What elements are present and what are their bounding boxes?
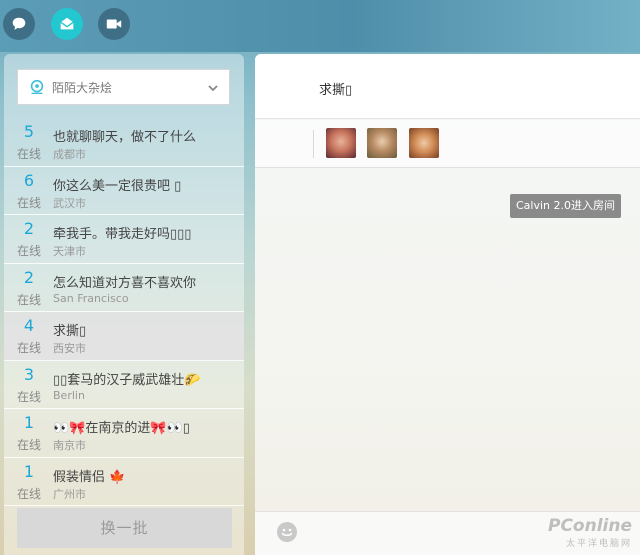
room-list: 5 在线 也就聊聊天，做不了什么 成都市 6 在线 你这么美一定很贵吧 ▯ 武汉…	[4, 118, 244, 506]
room-item[interactable]: 3 在线 ▯▯套马的汉子威武雄壮🌮 Berlin	[4, 361, 244, 409]
online-count: 3	[23, 364, 35, 384]
room-item[interactable]: 2 在线 牵我手。带我走好吗▯▯▯ 天津市	[4, 215, 244, 264]
online-label: 在线	[16, 292, 41, 307]
online-label: 在线	[16, 389, 41, 404]
location-pin-icon	[30, 79, 44, 95]
room-title: 你这么美一定很贵吧 ▯	[53, 178, 182, 194]
room-city: Berlin	[53, 388, 85, 402]
room-title: ▯▯套马的汉子威武雄壮🌮	[53, 372, 201, 388]
emoji-icon[interactable]	[276, 521, 298, 543]
avatar[interactable]	[367, 128, 397, 158]
room-title: 也就聊聊天，做不了什么	[53, 130, 197, 145]
video-camera-icon	[106, 19, 122, 29]
online-count: 5	[23, 122, 35, 141]
chat-bubble-icon	[12, 17, 26, 30]
room-title: 👀🎀在南京的进🎀👀▯	[53, 421, 190, 436]
room-header: 求撕▯	[255, 54, 640, 119]
avatar[interactable]	[326, 128, 356, 158]
divider	[313, 130, 314, 158]
refresh-batch-button[interactable]: 换一批	[17, 508, 232, 548]
online-label: 在线	[16, 486, 41, 501]
online-label: 在线	[16, 438, 41, 452]
dropdown-label: 陌陌大杂烩	[52, 80, 113, 95]
room-city: 广州市	[53, 487, 86, 501]
online-count: 4	[23, 316, 35, 335]
room-city: 天津市	[53, 245, 86, 258]
room-title: 假装情侣 🍁	[53, 469, 126, 485]
room-item[interactable]: 1 在线 👀🎀在南京的进🎀👀▯ 南京市	[4, 409, 244, 458]
top-bar	[0, 0, 640, 52]
online-count: 2	[23, 219, 35, 238]
chat-button[interactable]	[3, 8, 35, 40]
chat-room-panel: 求撕▯ Calvin 2.0进入房间 PConline 太平洋电脑网	[255, 54, 640, 555]
online-label: 在线	[16, 244, 41, 258]
online-label: 在线	[16, 147, 41, 161]
room-item-selected[interactable]: 4 在线 求撕▯ 西安市	[4, 312, 244, 361]
avatar[interactable]	[409, 128, 439, 158]
video-button[interactable]	[98, 8, 130, 40]
room-city: 南京市	[53, 439, 86, 452]
room-list-panel: 陌陌大杂烩 5 在线 也就聊聊天，做不了什么 成都市 6 在线 你这么美一定很贵…	[4, 54, 244, 555]
room-title: 怎么知道对方喜不喜欢你	[53, 275, 197, 291]
watermark-subtitle: 太平洋电脑网	[565, 539, 632, 549]
watermark-brand: PConline	[547, 516, 632, 536]
join-notification: Calvin 2.0进入房间	[510, 194, 622, 218]
online-count: 1	[23, 461, 35, 481]
mail-open-icon	[60, 17, 74, 30]
online-count: 1	[23, 413, 35, 432]
online-count: 2	[23, 267, 35, 287]
watermark: PConline 太平洋电脑网	[548, 516, 632, 549]
online-label: 在线	[16, 195, 41, 210]
room-item[interactable]: 2 在线 怎么知道对方喜不喜欢你 San Francisco	[4, 264, 244, 312]
room-title: 牵我手。带我走好吗▯▯▯	[53, 227, 192, 242]
chevron-down-icon	[208, 85, 218, 92]
room-item[interactable]: 6 在线 你这么美一定很贵吧 ▯ 武汉市	[4, 167, 244, 215]
room-city: 西安市	[53, 342, 86, 355]
room-city: 武汉市	[53, 196, 86, 210]
member-bar	[255, 120, 640, 168]
online-count: 6	[23, 170, 35, 190]
room-title: 求撕▯	[53, 324, 87, 339]
messages-button[interactable]	[51, 8, 83, 40]
room-item[interactable]: 5 在线 也就聊聊天，做不了什么 成都市	[4, 118, 244, 167]
room-city: San Francisco	[53, 291, 129, 305]
online-label: 在线	[16, 341, 41, 355]
category-dropdown[interactable]: 陌陌大杂烩	[17, 69, 230, 105]
room-city: 成都市	[53, 148, 86, 161]
room-title: 求撕▯	[319, 83, 353, 98]
room-item[interactable]: 1 在线 假装情侣 🍁 广州市	[4, 458, 244, 506]
